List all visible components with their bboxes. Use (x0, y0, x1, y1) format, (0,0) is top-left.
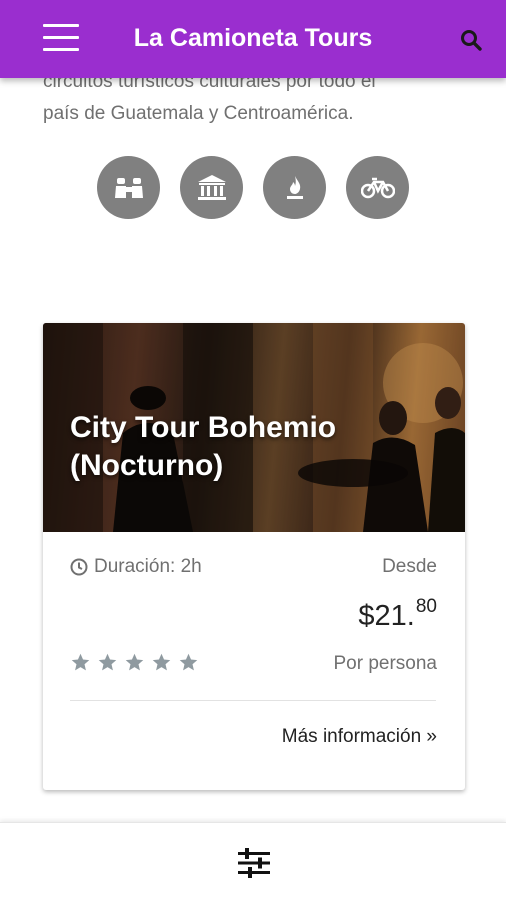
bicycle-icon (360, 177, 395, 198)
star-icon (179, 653, 198, 671)
price-from-label: Desde (382, 556, 437, 577)
tour-title-line-1: City Tour Bohemio (70, 411, 337, 444)
tour-title-line-2: (Nocturno) (70, 449, 224, 482)
star-icon (98, 653, 117, 671)
category-bicycle-button[interactable] (346, 156, 409, 219)
clock-icon (70, 558, 88, 576)
filter-button[interactable] (237, 847, 271, 879)
hamburger-icon-bar (43, 48, 79, 51)
star-icon (125, 653, 144, 671)
volcano-icon (286, 175, 303, 199)
menu-button[interactable] (43, 24, 79, 54)
card-divider (70, 700, 436, 701)
category-icons (97, 156, 409, 219)
museum-icon (197, 174, 226, 200)
binoculars-icon (114, 177, 143, 198)
hamburger-icon-bar (43, 36, 79, 39)
tour-duration: Duración: 2h (70, 556, 202, 578)
category-binoculars-button[interactable] (97, 156, 160, 219)
hamburger-icon-bar (43, 24, 79, 27)
per-person-label: Por persona (333, 653, 437, 674)
sliders-icon (238, 848, 270, 878)
star-icon (152, 653, 171, 671)
search-icon (461, 30, 482, 51)
intro-line-2: país de Guatemala y Centroamérica. (43, 103, 354, 124)
rating-stars (70, 652, 199, 673)
top-app-bar: La Camioneta Tours (0, 0, 506, 78)
category-museum-button[interactable] (180, 156, 243, 219)
tour-title: City Tour Bohemio (Nocturno) (70, 409, 336, 485)
category-volcano-button[interactable] (263, 156, 326, 219)
price-main: $21. (358, 600, 415, 632)
bottom-bar (0, 822, 506, 900)
search-button[interactable] (460, 29, 486, 55)
more-info-link[interactable]: Más información » (282, 726, 437, 748)
duration-label: Duración: 2h (94, 556, 202, 577)
tour-image: City Tour Bohemio (Nocturno) (43, 323, 465, 532)
star-icon (71, 653, 90, 671)
tour-price: $21.80 (358, 596, 437, 633)
price-cents: 80 (415, 596, 437, 617)
